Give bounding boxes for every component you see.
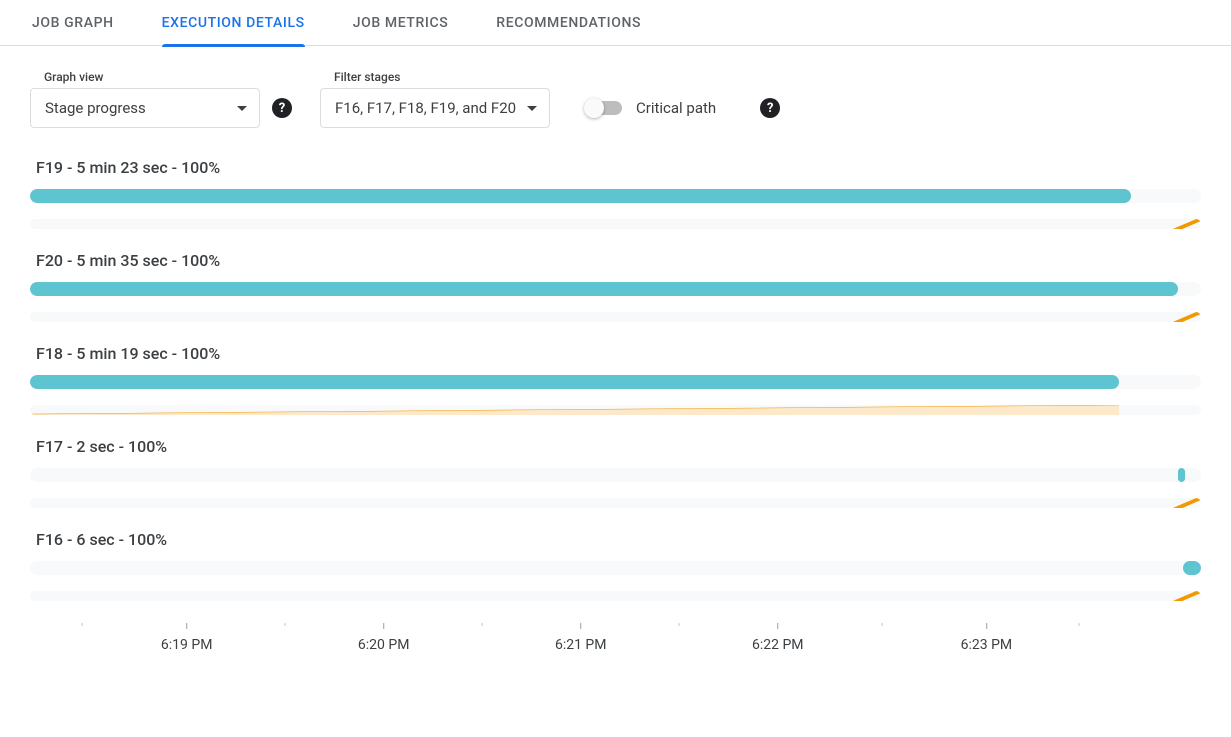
filter-select[interactable]: F16, F17, F18, F19, and F20 — [320, 88, 550, 128]
stage-f20: F20 - 5 min 35 sec - 100% — [30, 251, 1201, 322]
secondary-track[interactable] — [30, 498, 1201, 508]
filter-label: Filter stages — [334, 70, 550, 84]
secondary-track[interactable] — [30, 591, 1201, 601]
progress-bar — [30, 282, 1178, 296]
chart-area: F19 - 5 min 23 sec - 100% F20 - 5 min 35 … — [0, 158, 1231, 653]
stage-f17: F17 - 2 sec - 100% — [30, 437, 1201, 508]
tabs-bar: JOB GRAPH EXECUTION DETAILS JOB METRICS REC… — [0, 0, 1231, 46]
progress-track[interactable] — [30, 282, 1201, 296]
axis-major-tick — [580, 623, 581, 629]
progress-track[interactable] — [30, 375, 1201, 389]
axis-major-tick — [777, 623, 778, 629]
chevron-down-icon — [237, 106, 247, 111]
axis-major-tick — [383, 623, 384, 629]
help-icon[interactable]: ? — [760, 98, 780, 118]
stage-title: F16 - 6 sec - 100% — [36, 530, 1201, 549]
axis-minor-tick — [679, 623, 680, 626]
axis-minor-tick — [285, 623, 286, 626]
secondary-track[interactable] — [30, 312, 1201, 322]
progress-track[interactable] — [30, 189, 1201, 203]
x-axis: 6:19 PM 6:20 PM 6:21 PM 6:22 PM 6:23 PM — [30, 623, 1201, 653]
progress-bar — [30, 375, 1119, 389]
axis-minor-tick — [882, 623, 883, 626]
graph-view-label: Graph view — [44, 70, 292, 84]
switch-knob — [584, 98, 604, 118]
stage-f19: F19 - 5 min 23 sec - 100% — [30, 158, 1201, 229]
progress-track[interactable] — [30, 561, 1201, 575]
axis-label: 6:22 PM — [752, 637, 804, 653]
axis-major-tick — [986, 623, 987, 629]
axis-label: 6:23 PM — [961, 637, 1013, 653]
graph-view-select[interactable]: Stage progress — [30, 88, 260, 128]
critical-path-label: Critical path — [636, 99, 716, 117]
axis-minor-tick — [482, 623, 483, 626]
axis-label: 6:19 PM — [161, 637, 213, 653]
axis-label: 6:21 PM — [555, 637, 607, 653]
progress-bar — [1178, 468, 1185, 482]
critical-path-switch[interactable] — [586, 101, 622, 115]
secondary-track[interactable] — [30, 405, 1201, 415]
critical-path-toggle-block: Critical path ? — [586, 88, 780, 128]
filter-group: Filter stages F16, F17, F18, F19, and F2… — [320, 70, 550, 128]
tab-execution-details[interactable]: EXECUTION DETAILS — [162, 0, 305, 46]
chevron-down-icon — [527, 106, 537, 111]
graph-view-group: Graph view Stage progress ? — [30, 70, 292, 128]
progress-track[interactable] — [30, 468, 1201, 482]
progress-bar — [1183, 561, 1201, 575]
axis-minor-tick — [1079, 623, 1080, 626]
axis-label: 6:20 PM — [358, 637, 410, 653]
stage-f16: F16 - 6 sec - 100% — [30, 530, 1201, 601]
tab-job-metrics[interactable]: JOB METRICS — [353, 0, 449, 46]
controls-row: Graph view Stage progress ? Filter stage… — [0, 46, 1231, 136]
stage-title: F20 - 5 min 35 sec - 100% — [36, 251, 1201, 270]
tab-job-graph[interactable]: JOB GRAPH — [32, 0, 114, 46]
stage-title: F17 - 2 sec - 100% — [36, 437, 1201, 456]
stage-title: F19 - 5 min 23 sec - 100% — [36, 158, 1201, 177]
secondary-track[interactable] — [30, 219, 1201, 229]
tab-recommendations[interactable]: RECOMMENDATIONS — [496, 0, 641, 46]
filter-value: F16, F17, F18, F19, and F20 — [335, 99, 516, 117]
stage-f18: F18 - 5 min 19 sec - 100% — [30, 344, 1201, 415]
axis-major-tick — [186, 623, 187, 629]
axis-minor-tick — [82, 623, 83, 626]
stage-title: F18 - 5 min 19 sec - 100% — [36, 344, 1201, 363]
help-icon[interactable]: ? — [272, 98, 292, 118]
progress-bar — [30, 189, 1131, 203]
graph-view-value: Stage progress — [45, 99, 146, 117]
